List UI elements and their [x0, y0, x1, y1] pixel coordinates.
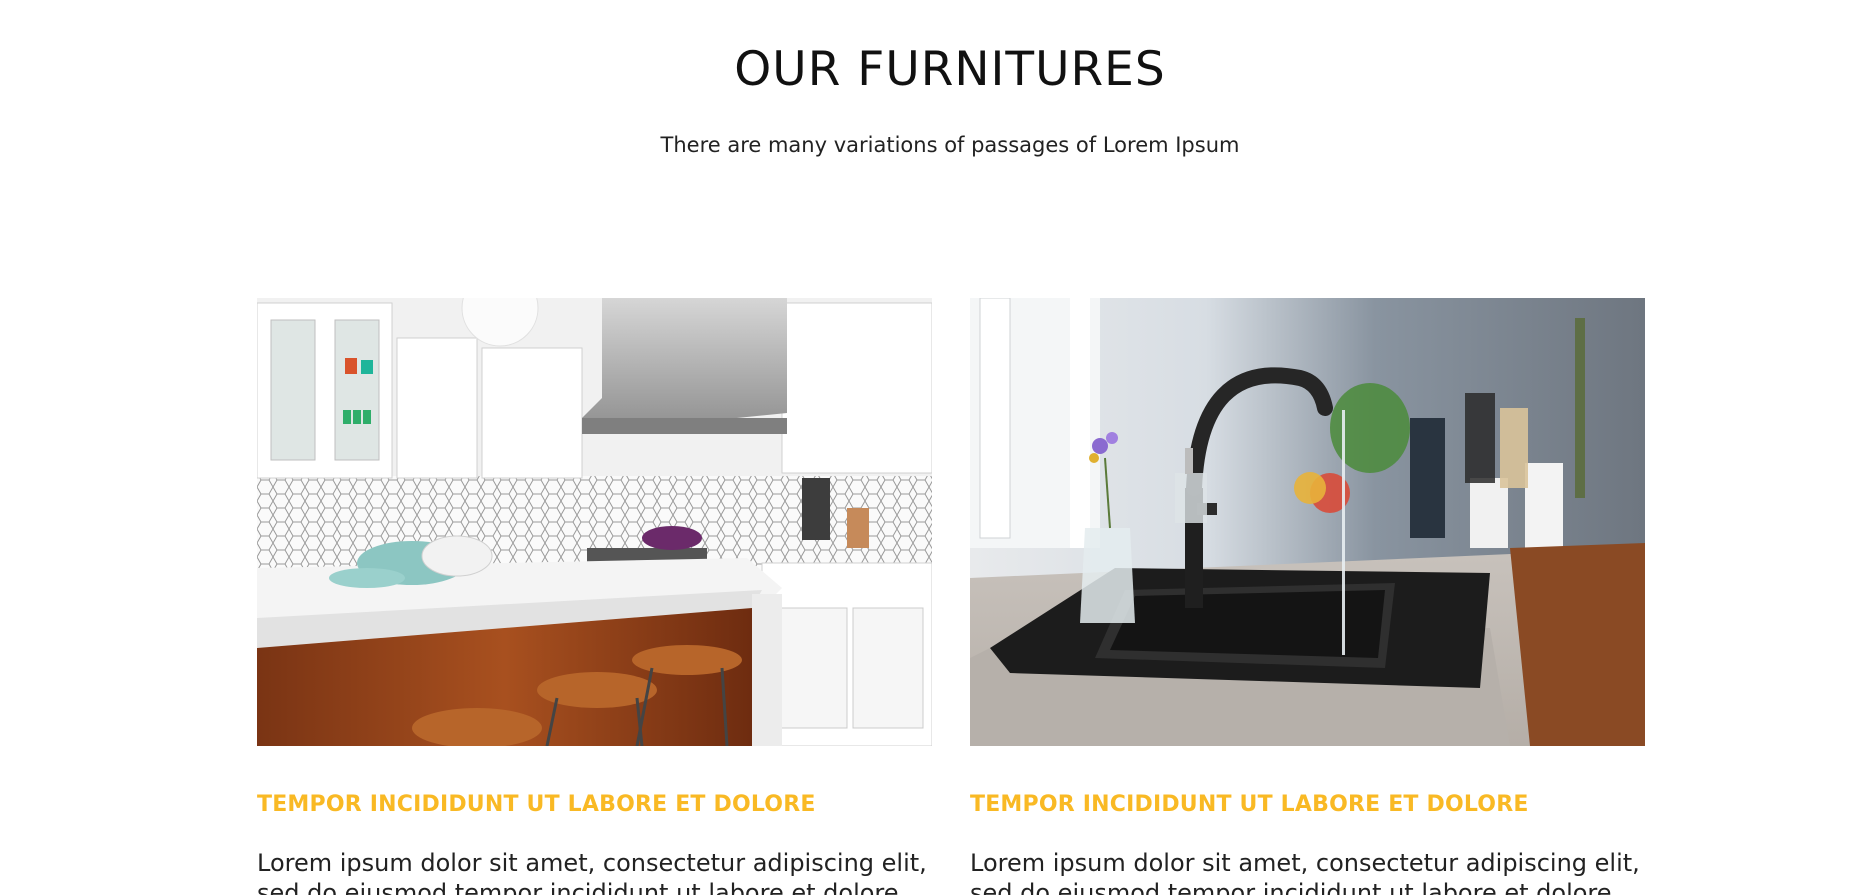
- furnitures-section: OUR FURNITURES There are many variations…: [0, 0, 1865, 895]
- sink-photo: [970, 298, 1645, 746]
- kitchen-photo: [257, 298, 932, 746]
- section-title: OUR FURNITURES: [734, 42, 1166, 97]
- card-text: Lorem ipsum dolor sit amet, consectetur …: [970, 849, 1640, 895]
- section-subtitle: There are many variations of passages of…: [660, 133, 1240, 157]
- card-text: Lorem ipsum dolor sit amet, consectetur …: [257, 849, 927, 895]
- furniture-card-kitchen: TEMPOR INCIDIDUNT UT LABORE ET DOLORE Lo…: [257, 298, 932, 895]
- card-heading[interactable]: TEMPOR INCIDIDUNT UT LABORE ET DOLORE: [970, 790, 1529, 820]
- furniture-card-sink: TEMPOR INCIDIDUNT UT LABORE ET DOLORE Lo…: [970, 298, 1645, 895]
- sink-image[interactable]: [970, 298, 1645, 746]
- kitchen-image[interactable]: [257, 298, 932, 746]
- card-heading[interactable]: TEMPOR INCIDIDUNT UT LABORE ET DOLORE: [257, 790, 816, 820]
